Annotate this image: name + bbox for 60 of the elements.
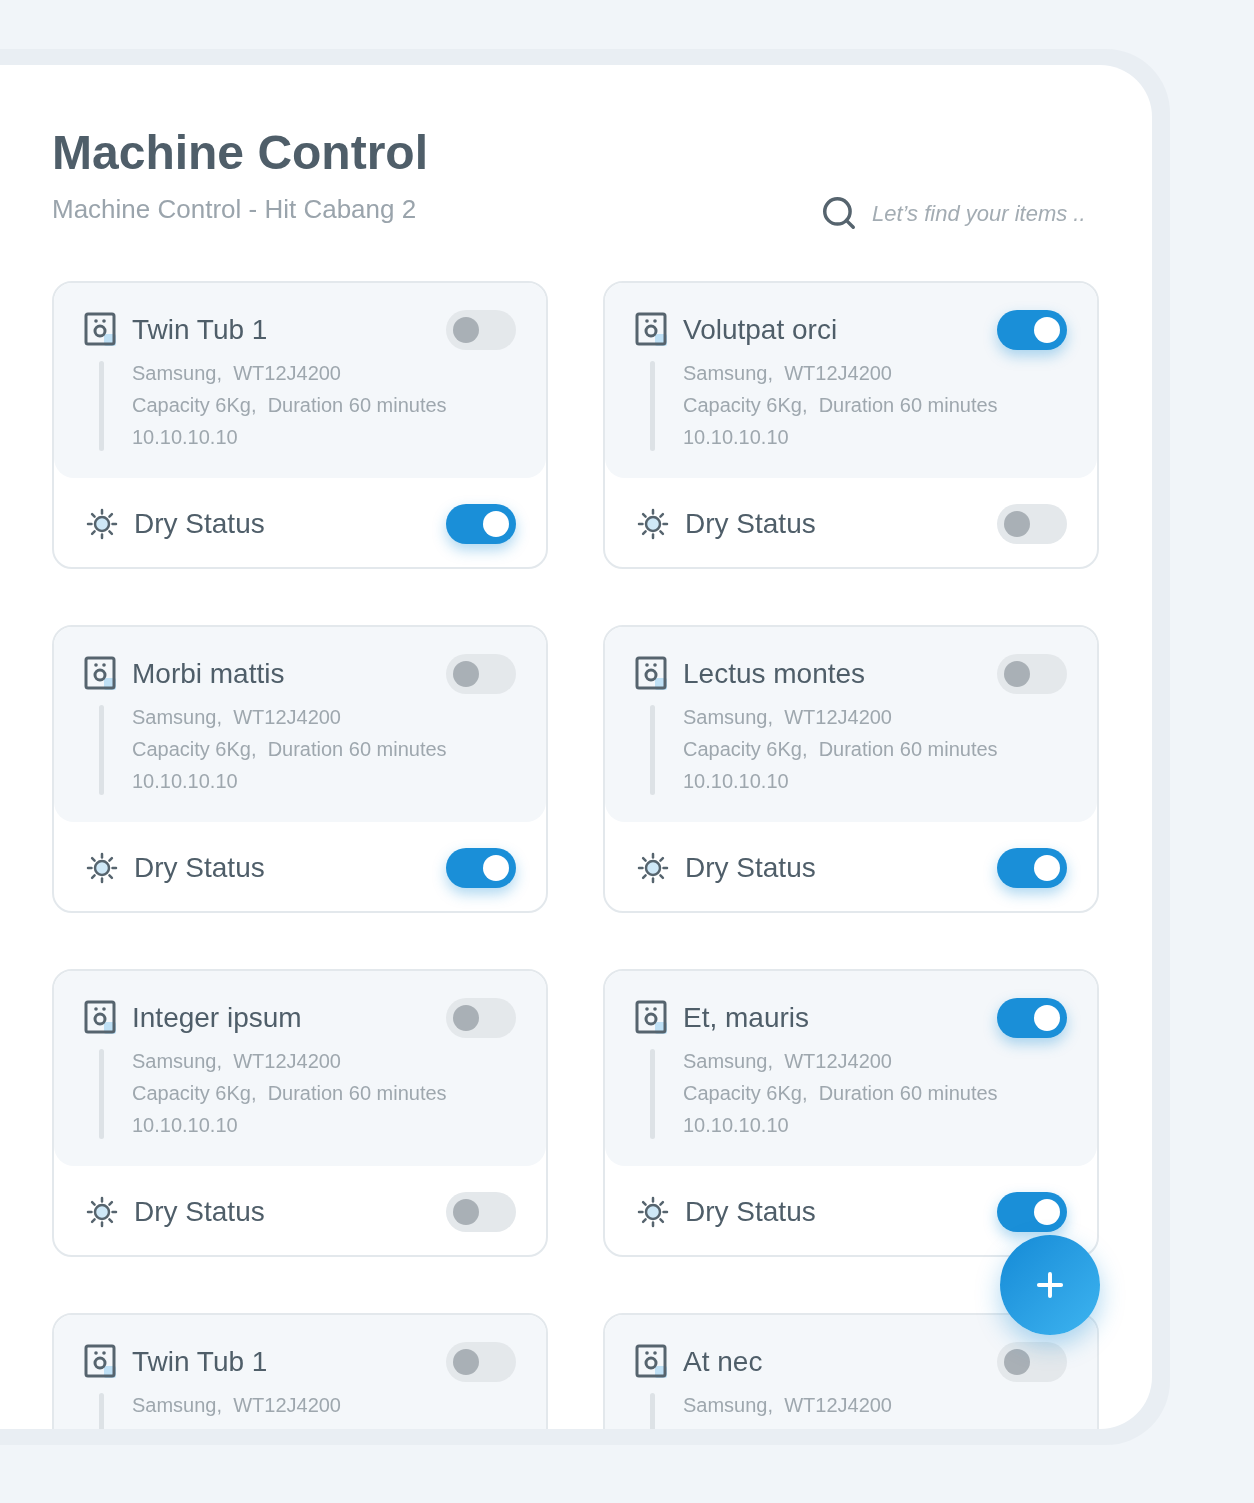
machine-detail: Samsung, WT12J4200 [132,705,342,730]
washing-machine-icon [84,1000,118,1036]
toggle-switch[interactable] [997,1191,1067,1232]
toggle-switch[interactable] [446,503,516,544]
machine-detail: Samsung, WT12J4200 [132,1393,341,1418]
machine-name: Twin Tub 1 [132,1345,269,1379]
machine-detail: Capacity 6Kg, Duration 60 minutes [683,393,998,418]
machine-detail: Capacity 6Kg, Duration 60 minutes [132,393,447,418]
machine-detail: 10.10.10.10 [132,769,239,794]
washing-machine-icon [635,312,669,348]
washing-machine-icon [635,1000,669,1036]
toggle-switch[interactable] [997,503,1067,544]
toggle-switch[interactable] [997,310,1067,350]
machine-detail: 10.10.10.10 [683,1113,790,1138]
machine-name: At nec [683,1345,764,1379]
washing-machine-icon [635,1344,669,1380]
machine-name: Integer ipsum [132,1001,303,1035]
dry-status-label: Dry Status [134,506,266,541]
washing-machine-icon [635,656,669,692]
machine-name: Lectus montes [683,657,867,691]
toggle-switch[interactable] [446,998,516,1038]
toggle-switch[interactable] [997,847,1067,888]
machine-detail: Samsung, WT12J4200 [683,1393,892,1418]
toggle-switch[interactable] [446,654,516,694]
search-field[interactable]: Let’s find your items .. [820,191,1100,235]
machine-name: Morbi mattis [132,657,286,691]
machine-detail: Samsung, WT12J4200 [683,361,893,386]
machine-detail: 10.10.10.10 [132,1113,239,1138]
toggle-switch[interactable] [997,1342,1067,1382]
dry-status-label: Dry Status [685,506,817,541]
toggle-switch[interactable] [997,654,1067,694]
machine-detail: 10.10.10.10 [683,769,790,794]
dry-status-label: Dry Status [134,1194,266,1229]
machine-name: Volutpat orci [683,313,839,347]
machine-detail: Samsung, WT12J4200 [683,1049,893,1074]
machine-detail: Samsung, WT12J4200 [683,705,893,730]
machine-detail: Capacity 6Kg, Duration 60 minutes [132,737,447,762]
machine-name: Et, mauris [683,1001,811,1035]
toggle-switch[interactable] [446,847,516,888]
washing-machine-icon [84,656,118,692]
machine-detail: 10.10.10.10 [132,425,239,450]
machine-name: Twin Tub 1 [132,313,269,347]
page-title: Machine Control [52,125,429,181]
dry-status-label: Dry Status [685,1194,817,1229]
toggle-switch[interactable] [446,1191,516,1232]
machine-detail: 10.10.10.10 [683,425,790,450]
machine-detail: Capacity 6Kg, Duration 60 minutes [132,1081,447,1106]
dry-status-label: Dry Status [685,850,817,885]
machine-detail: Capacity 6Kg, Duration 60 minutes [683,737,998,762]
machine-detail: Samsung, WT12J4200 [132,1049,342,1074]
toggle-switch[interactable] [446,1342,516,1382]
search-icon [820,194,858,232]
dry-status-label: Dry Status [134,850,266,885]
washing-machine-icon [84,312,118,348]
machine-detail: Samsung, WT12J4200 [132,361,342,386]
toggle-switch[interactable] [997,998,1067,1038]
toggle-switch[interactable] [446,310,516,350]
washing-machine-icon [84,1344,118,1380]
machine-detail: Capacity 6Kg, Duration 60 minutes [683,1081,998,1106]
page-subtitle: Machine Control - Hit Cabang 2 [52,193,417,226]
